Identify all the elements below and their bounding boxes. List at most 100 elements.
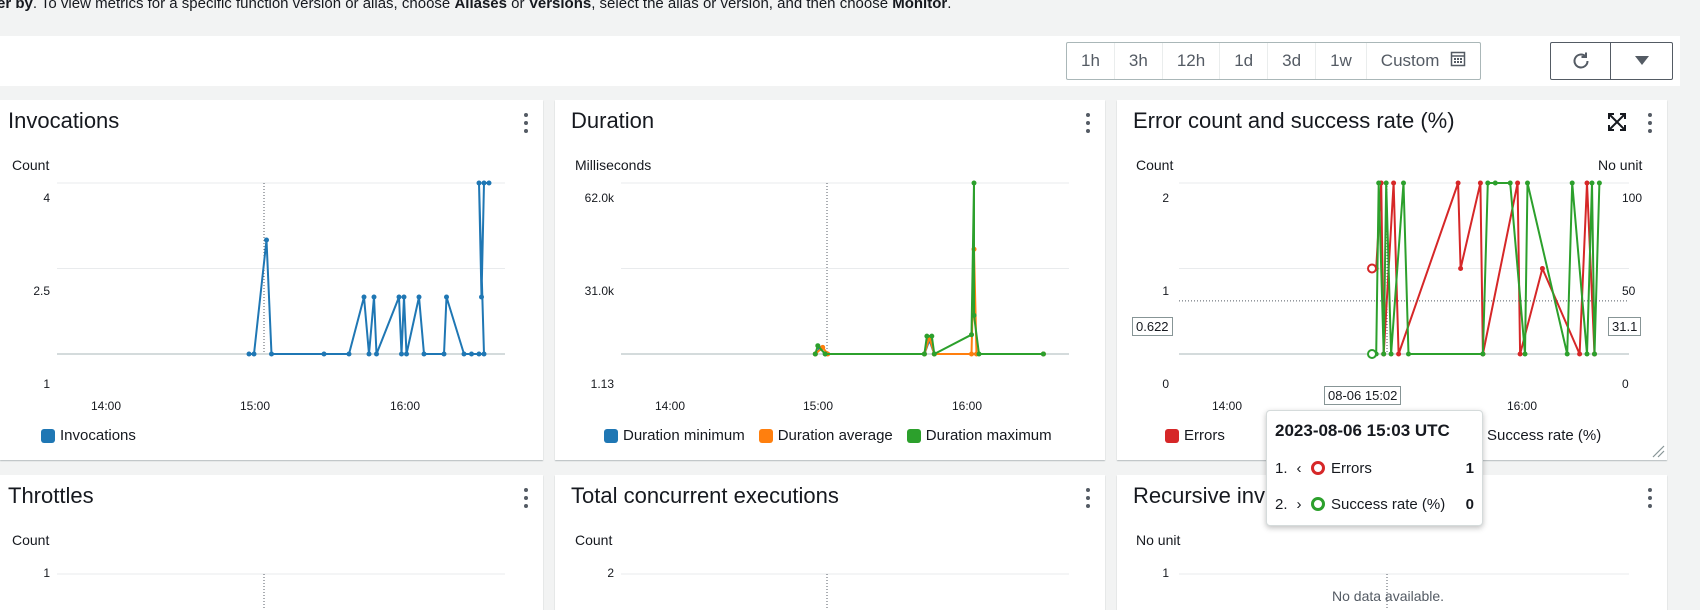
data-point [1376,180,1382,186]
custom-range-button[interactable]: Custom [1367,43,1480,79]
help-text-strong-filter: ter by [0,0,33,12]
throttles-plot [57,573,505,610]
chevron-left-icon[interactable]: ‹ [1291,460,1307,477]
legend-item-duration-maximum[interactable]: Duration maximum [906,427,1052,444]
legend-swatch [906,428,921,443]
data-point [1539,266,1545,271]
crosshair-left-value: 0.622 [1132,317,1173,336]
time-range-selector: 1h 3h 12h 1d 3d 1w Custom [1066,42,1482,80]
legend: Invocations [41,427,136,444]
legend-item-invocations[interactable]: Invocations [41,427,136,444]
legend-label: Invocations [60,427,136,444]
dashboard-toolbar: 1h 3h 12h 1d 3d 1w Custom [0,36,1680,86]
data-point [931,351,937,357]
range-12h-button[interactable]: 12h [1163,43,1221,79]
refresh-options-button[interactable] [1611,43,1672,79]
errors-success-widget: Error count and success rate (%) Count N… [1117,100,1667,460]
data-point [476,180,482,186]
data-point [416,294,422,300]
legend-label: Success rate (%) [1487,427,1602,444]
data-point [404,351,409,357]
datapoint-tooltip: 2023-08-06 15:03 UTC 1. ‹ Errors 1 2. › … [1266,410,1483,526]
tooltip-row-index: 1. [1275,459,1288,477]
range-1w-button[interactable]: 1w [1316,43,1367,79]
range-3h-button[interactable]: 3h [1115,43,1163,79]
tooltip-row-label: Success rate (%) [1331,495,1446,513]
data-point [486,180,492,186]
range-3d-button[interactable]: 3d [1268,43,1317,79]
refresh-button[interactable] [1551,43,1611,79]
data-point [246,351,252,357]
range-1d-button[interactable]: 1d [1220,43,1269,79]
success-hover-marker [1367,349,1377,359]
data-point [1569,180,1575,186]
data-point [1480,351,1486,357]
help-text-strong-versions: Versions [528,0,592,12]
legend-label: Duration minimum [623,427,745,444]
legend-label: Duration average [777,427,893,444]
data-point [361,294,367,300]
help-text-strong-monitor: Monitor [892,0,948,12]
data-point [371,294,377,300]
tooltip-row-label: Errors [1331,459,1372,477]
legend-label: Duration maximum [925,427,1052,444]
data-point [1596,180,1602,186]
data-point [1522,351,1528,357]
legend: Success rate (%) [1487,427,1601,444]
refresh-control [1550,42,1673,80]
data-point [1396,351,1402,357]
chevron-right-icon[interactable]: › [1291,496,1307,513]
data-point [1381,351,1387,357]
legend-swatch [41,428,55,443]
resize-handle-icon[interactable] [1651,444,1665,458]
legend-item-duration-average[interactable]: Duration average [758,427,893,444]
data-point [321,351,327,357]
tooltip-title: 2023-08-06 15:03 UTC [1275,421,1450,440]
legend-swatch [1165,428,1179,443]
success-rate-series-icon [1311,497,1325,511]
invocations-widget: Invocations Count 4 2.5 1 14:00 15:00 16… [0,100,543,460]
legend-item-duration-minimum[interactable]: Duration minimum [604,427,745,444]
no-data-message: No data available. [1332,588,1445,604]
tooltip-row-value: 1 [1465,459,1474,477]
tooltip-row: 2. › Success rate (%) 0 [1275,491,1474,517]
data-point [969,332,974,338]
data-point [441,351,447,357]
tooltip-row: 1. ‹ Errors 1 [1275,455,1474,481]
data-point [1383,180,1389,186]
range-1h-button[interactable]: 1h [1067,43,1115,79]
data-point [1401,180,1406,186]
data-point [1485,180,1491,186]
data-point [971,180,977,186]
data-point [921,351,927,357]
data-point [1492,180,1498,186]
data-point [421,351,427,357]
help-text-part: . [947,0,952,12]
concurrent-plot [621,573,1069,610]
legend-item-errors[interactable]: Errors [1165,427,1225,444]
data-point [479,294,484,300]
legend-label: Errors [1184,427,1225,444]
duration-plot [621,180,1069,357]
data-point [1517,351,1523,357]
data-point [969,351,974,357]
data-point [971,312,977,318]
legend-item-success-rate[interactable]: Success rate (%) [1487,427,1601,444]
help-text-part: , select the alias or version, and then … [591,0,893,12]
data-point [1388,351,1394,357]
legend-swatch [758,428,773,443]
data-point [476,351,482,357]
errors-plot [1179,180,1629,359]
data-point [481,351,487,357]
data-point [399,351,404,357]
invocations-plot [57,180,505,357]
data-point [1391,180,1397,186]
concurrent-executions-widget: Total concurrent executions Count 2 [555,475,1105,610]
data-point [1584,180,1590,186]
data-point [1589,180,1595,186]
refresh-icon [1573,52,1588,69]
data-point [396,294,402,300]
data-point [1577,351,1583,357]
data-point [812,351,818,357]
data-point [1525,180,1530,186]
